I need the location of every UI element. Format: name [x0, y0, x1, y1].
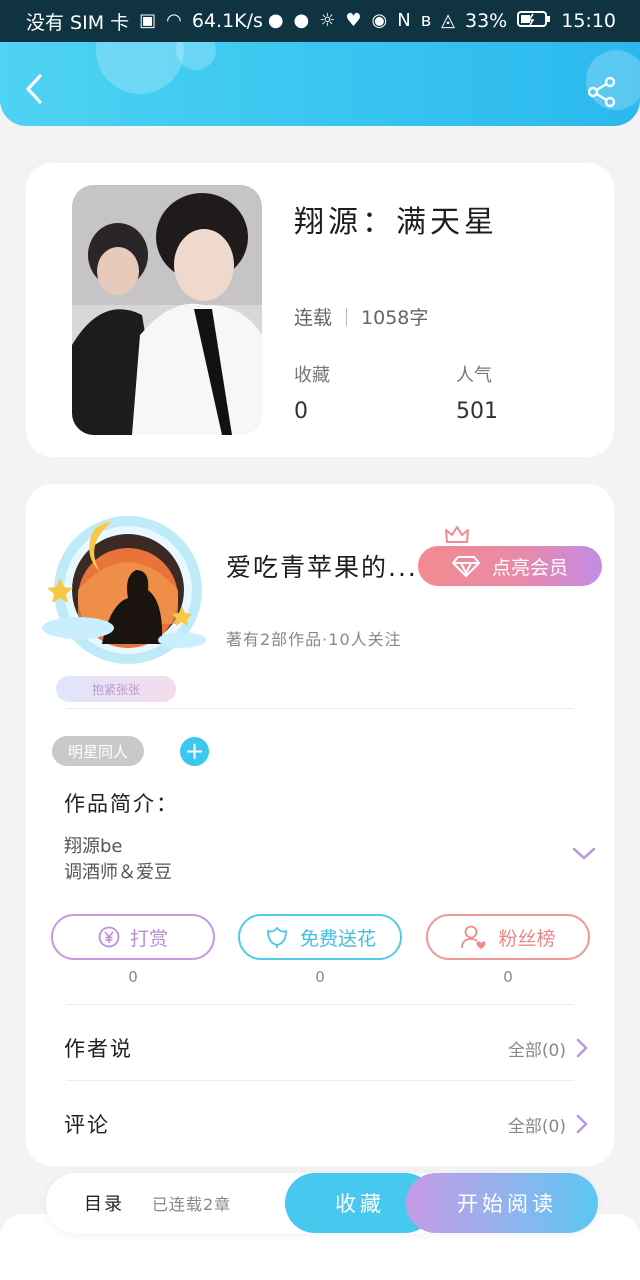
health-icon: ♥ [345, 10, 362, 31]
decor-bubble [96, 42, 184, 94]
comments-link: 全部(0) [507, 1116, 566, 1137]
bluetooth-icon: ʙ [420, 10, 432, 31]
popularity-value: 501 [456, 399, 498, 424]
qq-icon: ● [293, 10, 310, 31]
wechat-icon: ● [267, 10, 284, 31]
wifi-icon: ◠ [166, 10, 182, 31]
network-speed: 64.1K/s [191, 10, 263, 32]
author-summary: 著有2部作品·10人关注 [226, 630, 402, 649]
fan-ranking-icon [461, 925, 486, 949]
catalog-button[interactable]: 目录 已连载2章 [84, 1173, 231, 1233]
favorites-label: 收藏 [294, 365, 330, 386]
book-cover-image[interactable] [72, 185, 262, 435]
author-badge: 抱紧张张 [56, 676, 176, 702]
catalog-label: 目录 [84, 1194, 124, 1215]
eye-icon: ◉ [371, 10, 388, 31]
add-tag-button[interactable]: + [180, 737, 209, 766]
free-flower-label: 免费送花 [299, 927, 376, 950]
intro-line: 调酒师＆爱豆 [64, 862, 172, 883]
back-button[interactable] [18, 72, 52, 106]
nfc-icon: N [397, 10, 411, 31]
popularity-label: 人气 [456, 365, 492, 386]
start-reading-button[interactable]: 开始阅读 [406, 1173, 598, 1233]
chevron-right-icon [576, 1038, 588, 1058]
flower-icon [267, 927, 287, 948]
status-bar: 没有 SIM 卡 ▣ ◠ 64.1K/s ● ● ☼ ♥ ◉ N ʙ ◬ 33%… [0, 0, 640, 42]
author-name[interactable]: 爱吃青苹果的... [226, 548, 418, 584]
battery-icon [517, 10, 551, 33]
divider [66, 708, 574, 709]
tip-button[interactable]: 打赏 [51, 914, 215, 960]
mute-icon: ◬ [441, 10, 455, 31]
share-icon [587, 76, 616, 108]
fan-ranking-label: 粉丝榜 [498, 927, 556, 950]
author-says-label: 作者说 [64, 1037, 133, 1061]
carrier-text: 没有 SIM 卡 [26, 11, 130, 34]
clock: 15:10 [561, 10, 616, 32]
chevron-left-icon [26, 74, 42, 104]
serial-status: 连载 [294, 307, 333, 329]
share-button[interactable] [586, 76, 618, 108]
sim-alert-icon: ▣ [139, 10, 157, 31]
catalog-count: 已连载2章 [152, 1195, 232, 1214]
author-avatar[interactable] [32, 494, 222, 704]
yen-icon [98, 926, 120, 948]
weather-icon: ☼ [319, 10, 336, 31]
vip-button[interactable]: 点亮会员 [418, 546, 602, 586]
word-count: 1058字 [361, 307, 429, 329]
comments-label: 评论 [64, 1113, 110, 1137]
chevron-right-icon [576, 1114, 588, 1134]
tip-label: 打赏 [129, 927, 168, 950]
book-meta: 连载 1058字 [294, 303, 428, 330]
author-says-row[interactable]: 作者说 全部(0) [64, 1028, 588, 1068]
favorites-value: 0 [294, 399, 308, 424]
meta-separator [346, 307, 348, 326]
book-info-card: 翔源：满天星 连载 1058字 收藏 0 人气 501 [26, 163, 614, 457]
divider [66, 1080, 574, 1081]
chevron-down-icon[interactable] [572, 846, 596, 862]
comments-row[interactable]: 评论 全部(0) [64, 1104, 588, 1144]
intro-title: 作品简介： [64, 792, 179, 816]
vip-button-label: 点亮会员 [491, 556, 568, 579]
tip-count: 0 [128, 968, 138, 986]
book-title: 翔源：满天星 [294, 205, 498, 240]
author-card: 抱紧张张 爱吃青苹果的... 点亮会员 著有2部作品·10人关注 明星同人 + … [26, 484, 614, 1166]
author-says-link: 全部(0) [507, 1040, 566, 1061]
fan-count: 0 [503, 968, 513, 986]
flower-count: 0 [315, 968, 325, 986]
decor-bubble [176, 42, 216, 70]
free-flower-button[interactable]: 免费送花 [238, 914, 402, 960]
battery-percent: 33% [465, 10, 508, 32]
bottom-action-bar: 目录 已连载2章 收藏 开始阅读 [46, 1173, 598, 1233]
header-bar [0, 42, 640, 126]
crown-icon [444, 524, 470, 546]
genre-tag[interactable]: 明星同人 [52, 736, 145, 766]
intro-line: 翔源be [64, 836, 123, 857]
fan-ranking-button[interactable]: 粉丝榜 [426, 914, 590, 960]
divider [66, 1004, 574, 1005]
diamond-icon [451, 556, 480, 577]
